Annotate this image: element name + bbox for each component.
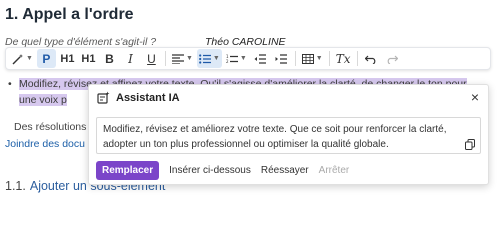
underline-button[interactable]: U (142, 49, 161, 68)
redo-button[interactable] (383, 49, 402, 68)
clear-format-button[interactable]: Tx (334, 49, 353, 68)
bullet-dot: • (8, 78, 12, 90)
chevron-down-icon: ▼ (185, 55, 193, 62)
dialog-title: Assistant IA (116, 91, 180, 104)
toolbar-divider (164, 51, 166, 66)
bold-button[interactable]: B (100, 49, 119, 68)
outdent-icon (254, 53, 267, 64)
insert-below-button[interactable]: Insérer ci-dessous (169, 165, 251, 176)
table-icon (301, 53, 314, 64)
toolbar-divider (356, 51, 358, 66)
resolutions-label: Des résolutions (14, 121, 87, 133)
undo-icon (365, 55, 376, 64)
indent-button[interactable] (272, 49, 291, 68)
stop-button[interactable]: Arrêter (319, 165, 350, 176)
italic-button[interactable]: I (121, 49, 140, 68)
undo-button[interactable] (362, 49, 381, 68)
ai-response-text: Modifiez, révisez et améliorez votre tex… (96, 117, 481, 154)
table-button[interactable]: ▼ (300, 49, 325, 68)
text-align-icon (171, 53, 184, 64)
dialog-header: Assistant IA (89, 85, 488, 110)
close-icon[interactable]: × (471, 89, 479, 105)
outdent-button[interactable] (251, 49, 270, 68)
magic-wand-icon (12, 53, 23, 64)
chevron-down-icon: ▼ (212, 55, 220, 62)
heading1-alt-button[interactable]: H1 (79, 49, 98, 68)
bullet-list-icon (198, 53, 211, 64)
section-heading: 1. Appel a l'ordre (5, 6, 134, 23)
retry-button[interactable]: Réessayer (261, 165, 309, 176)
indent-icon (275, 53, 288, 64)
magic-wand-button[interactable]: ▼ (10, 49, 35, 68)
paragraph-button[interactable]: P (36, 49, 56, 68)
ai-assistant-dialog: Assistant IA × Modifiez, révisez et amél… (88, 84, 489, 185)
attach-documents-link[interactable]: Joindre des docu (5, 138, 85, 150)
align-button[interactable]: ▼ (170, 49, 195, 68)
svg-text:2: 2 (226, 59, 229, 64)
ai-assistant-icon (97, 91, 110, 104)
copy-icon[interactable] (465, 139, 475, 155)
chevron-down-icon: ▼ (315, 55, 323, 62)
ai-response-content: Modifiez, révisez et améliorez votre tex… (103, 124, 447, 150)
bullet-list-button[interactable]: ▼ (196, 49, 222, 68)
toolbar-divider (294, 51, 296, 66)
chevron-down-icon: ▼ (26, 55, 33, 62)
heading1-button[interactable]: H1 (58, 49, 77, 68)
selected-text-line2[interactable]: une voix p (19, 94, 67, 106)
editor-toolbar: ▼ P H1 H1 B I U ▼ ▼ 12 ▼ ▼ Tx (5, 47, 491, 70)
numbered-list-icon: 12 (226, 54, 238, 64)
redo-icon (387, 55, 399, 64)
subheading-number: 1.1. (5, 179, 26, 193)
numbered-list-button[interactable]: 12 ▼ (224, 49, 249, 68)
toolbar-divider (328, 51, 330, 66)
dialog-actions: Remplacer Insérer ci-dessous Réessayer A… (96, 161, 349, 180)
replace-button[interactable]: Remplacer (96, 161, 160, 180)
chevron-down-icon: ▼ (239, 55, 247, 62)
